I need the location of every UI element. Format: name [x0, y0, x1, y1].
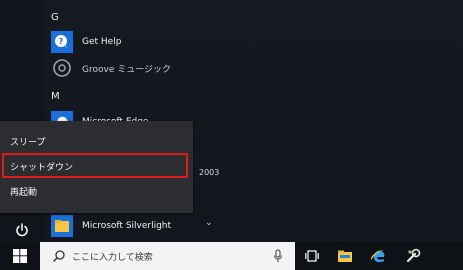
app-label: Microsoft Silverlight [82, 221, 172, 231]
start-menu: G ? Get Help Groove ミュージック M Microsoft [0, 0, 463, 242]
menu-item-label: 再起動 [10, 187, 38, 198]
menu-item-restart[interactable]: 再起動 [0, 179, 193, 203]
menu-item-label: シャットダウン [10, 162, 74, 173]
menu-item-sleep[interactable]: スリープ [0, 129, 193, 153]
microphone-icon [273, 249, 283, 262]
chevron-down-icon[interactable]: ⌄ [205, 218, 213, 228]
taskbar: ここに入力して検索 [0, 242, 463, 270]
file-explorer-button[interactable] [330, 242, 360, 270]
tool-icon [406, 248, 421, 263]
app-microsoft-silverlight[interactable]: Microsoft Silverlight [51, 214, 171, 238]
menu-item-shutdown[interactable]: シャットダウン [0, 154, 193, 178]
groove-music-icon [51, 57, 73, 79]
app-label: Get Help [82, 37, 122, 47]
app-groove-music[interactable]: Groove ミュージック [51, 56, 171, 80]
section-header-m[interactable]: M [51, 91, 60, 102]
power-button[interactable] [12, 220, 32, 240]
help-icon: ? [51, 31, 73, 53]
internet-explorer-button[interactable] [364, 242, 394, 270]
app-label: Groove ミュージック [82, 64, 172, 75]
power-icon [16, 223, 28, 237]
task-view-button[interactable] [297, 242, 327, 270]
partial-app-label: 2003 [199, 168, 220, 177]
start-button[interactable] [0, 242, 40, 270]
svg-text:?: ? [59, 37, 64, 46]
search-icon [53, 250, 65, 262]
search-box[interactable]: ここに入力して検索 [40, 242, 295, 270]
task-view-icon [305, 250, 319, 262]
menu-item-label: スリープ [10, 137, 46, 148]
folder-icon [51, 215, 73, 237]
section-header-g[interactable]: G [51, 12, 59, 23]
power-options-menu: スリープ シャットダウン 再起動 [0, 121, 193, 213]
internet-explorer-icon [370, 249, 386, 263]
file-explorer-icon [338, 250, 352, 262]
windows-logo-icon [13, 249, 27, 263]
pinned-app-button[interactable] [398, 242, 428, 270]
app-get-help[interactable]: ? Get Help [51, 30, 121, 54]
search-placeholder: ここに入力して検索 [72, 252, 153, 263]
